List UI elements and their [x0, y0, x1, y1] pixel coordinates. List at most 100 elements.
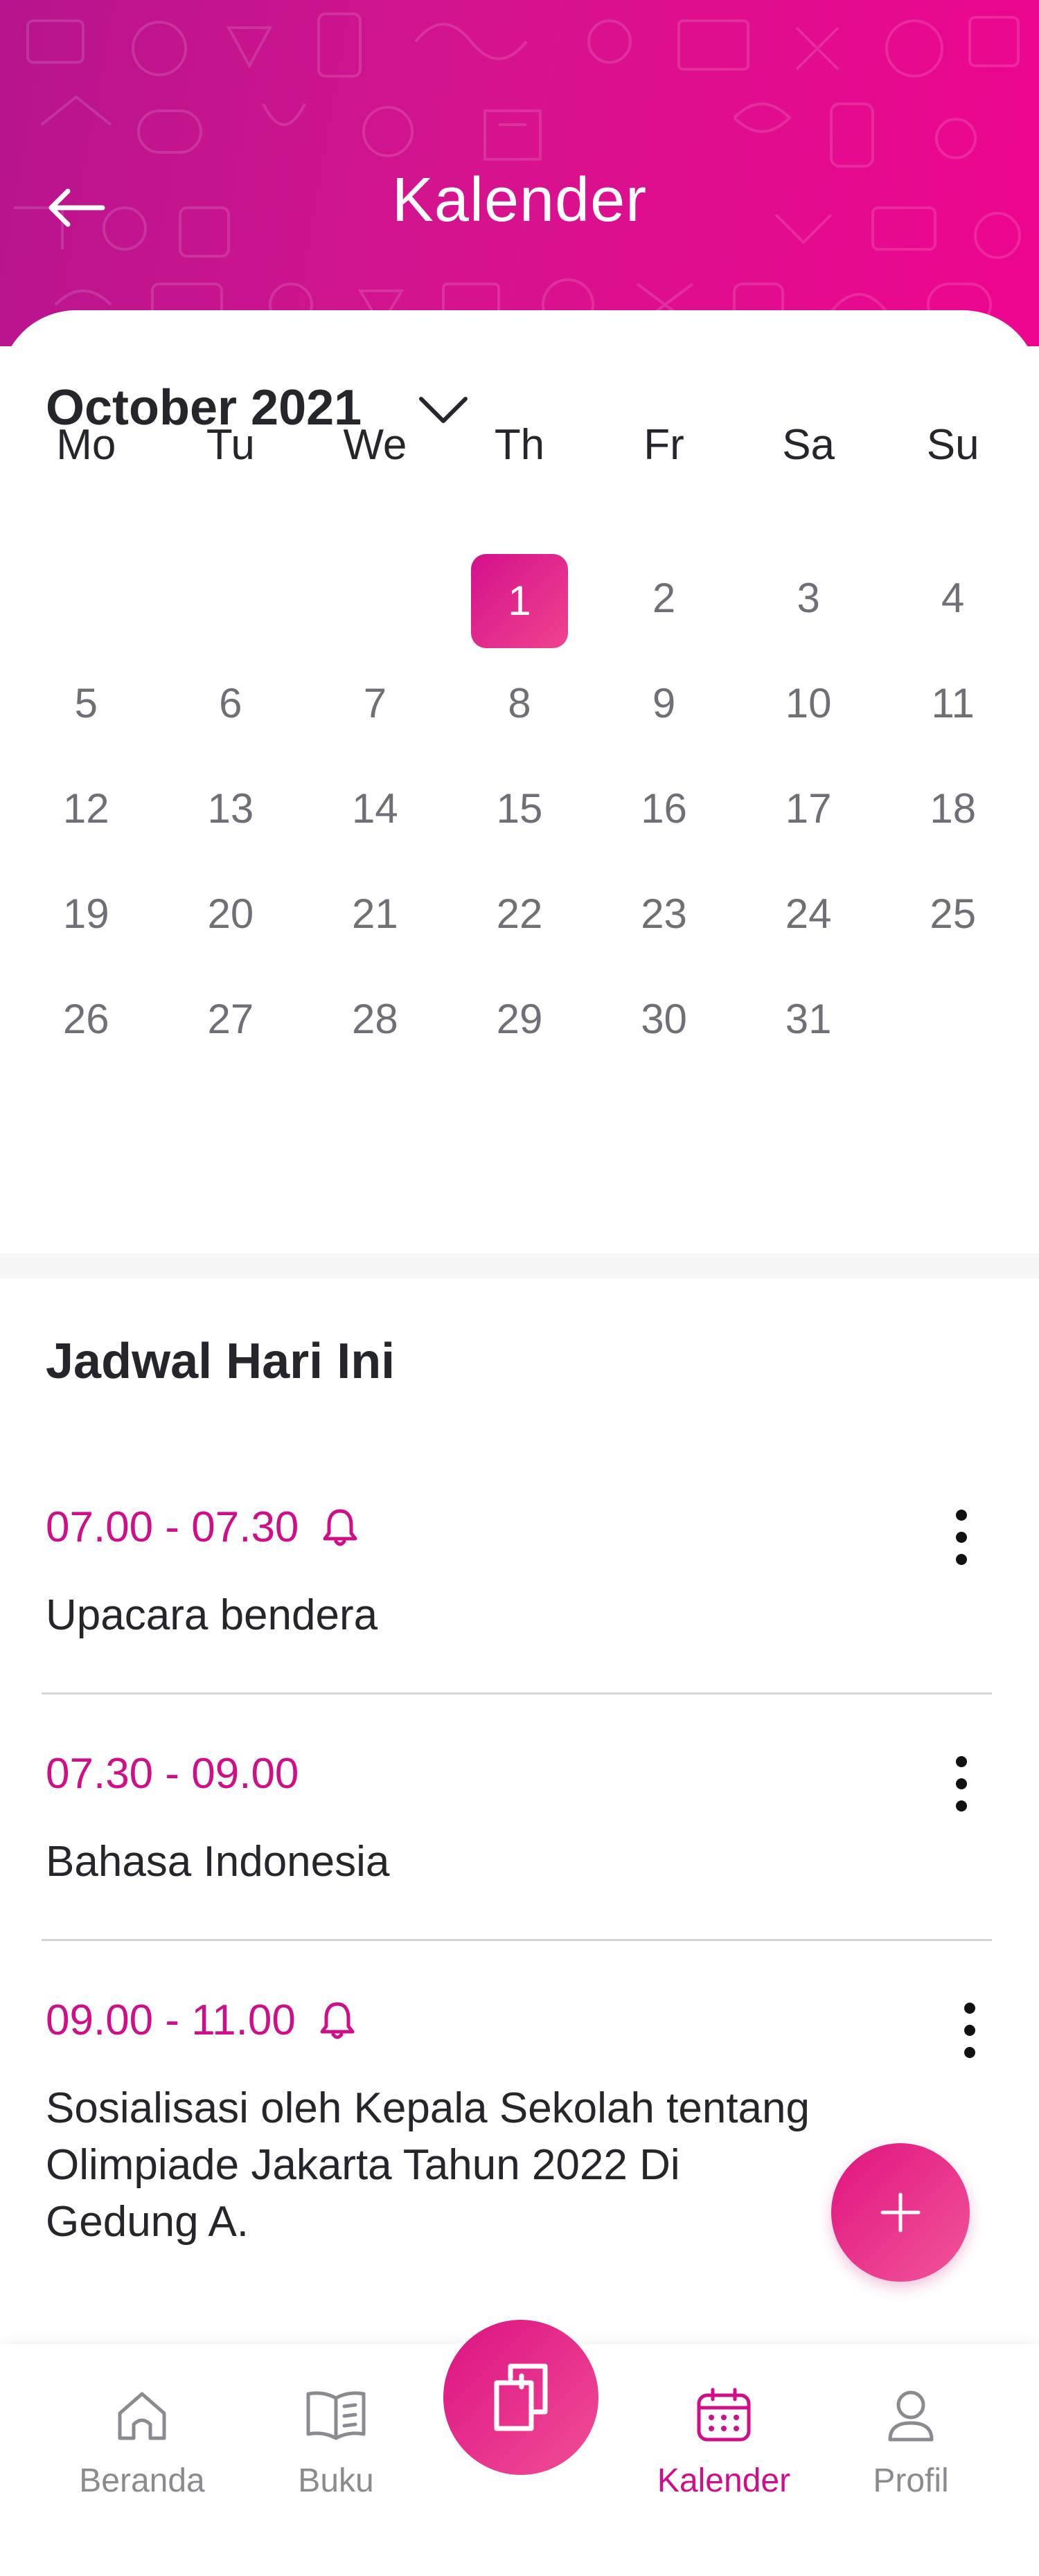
nav-item-profil[interactable]: Profil: [828, 2386, 994, 2500]
calendar-day[interactable]: 29: [447, 967, 592, 1072]
calendar-day[interactable]: 14: [303, 756, 447, 861]
calendar-day[interactable]: 8: [447, 651, 592, 756]
weekday-label: Tu: [206, 421, 255, 469]
calendar-day[interactable]: 24: [736, 861, 881, 967]
calendar-week-row: 19 20 21 22 23 24 25: [14, 861, 1025, 967]
calendar-empty-cell: [880, 967, 1025, 1072]
calendar-day-number: 20: [207, 891, 254, 937]
weekday-label: We: [343, 421, 407, 469]
weekday-label: Fr: [643, 421, 684, 469]
calendar-day-number: 21: [352, 891, 398, 937]
more-options-icon[interactable]: [941, 1496, 982, 1579]
schedule-item-title: Upacara bendera: [46, 1591, 378, 1639]
center-action-button[interactable]: [443, 2320, 598, 2475]
calendar-day[interactable]: 28: [303, 967, 447, 1072]
weekday-label: Th: [494, 421, 545, 469]
calendar-day[interactable]: 18: [880, 756, 1025, 861]
calendar-day[interactable]: 27: [159, 967, 303, 1072]
nav-label: Profil: [873, 2462, 949, 2499]
calendar-day[interactable]: 6: [159, 651, 303, 756]
calendar-day[interactable]: 3: [736, 546, 881, 651]
nav-item-buku[interactable]: Buku: [253, 2386, 419, 2500]
schedule-time: 09.00 - 11.00: [46, 1996, 355, 2045]
home-icon: [118, 2392, 166, 2440]
nav-label: Beranda: [79, 2462, 205, 2499]
calendar-day[interactable]: 16: [592, 756, 736, 861]
schedule-separator: [42, 1692, 992, 1694]
more-options-icon[interactable]: [949, 1989, 991, 2072]
calendar-day-number: 10: [785, 680, 832, 726]
calendar-day-number: 2: [652, 575, 676, 621]
calendar-day[interactable]: 21: [303, 861, 447, 967]
schedule-time-label: 09.00 - 11.00: [46, 1996, 296, 2044]
calendar-day[interactable]: 25: [880, 861, 1025, 967]
calendar-day[interactable]: 10: [736, 651, 881, 756]
calendar-week-row: 5 6 7 8 9 10 11: [14, 651, 1025, 756]
calendar-icon: [697, 2388, 751, 2442]
calendar-day[interactable]: 11: [880, 651, 1025, 756]
calendar-day-number: 3: [797, 575, 820, 621]
weekday-label: Mo: [56, 421, 116, 469]
section-divider: [0, 1253, 1039, 1278]
nav-item-beranda[interactable]: Beranda: [59, 2386, 225, 2500]
calendar-day-number: 14: [352, 785, 398, 832]
calendar-day-number: 17: [785, 785, 832, 832]
calendar-day-number: 15: [496, 785, 543, 832]
plus-icon: [880, 2192, 921, 2233]
bell-icon: [320, 2002, 355, 2039]
calendar-day-number: 22: [496, 891, 543, 937]
calendar-day[interactable]: 7: [303, 651, 447, 756]
calendar-day[interactable]: 26: [14, 967, 159, 1072]
add-schedule-button[interactable]: [831, 2143, 970, 2282]
calendar-day-number: 7: [363, 680, 387, 726]
calendar-week-row: 12 13 14 15 16 17 18: [14, 756, 1025, 861]
calendar-day[interactable]: 13: [159, 756, 303, 861]
calendar-day-number: 30: [641, 996, 687, 1042]
schedule-time-label: 07.00 - 07.30: [46, 1503, 299, 1551]
calendar-day-selected[interactable]: 1: [447, 546, 592, 651]
book-icon: [306, 2391, 366, 2440]
calendar-day[interactable]: 15: [447, 756, 592, 861]
pages-icon: [494, 2363, 548, 2431]
calendar-day-number: 11: [931, 680, 975, 726]
calendar-day[interactable]: 5: [14, 651, 159, 756]
schedule-separator: [42, 1939, 992, 1941]
calendar-day[interactable]: 4: [880, 546, 1025, 651]
bell-icon: [323, 1509, 357, 1546]
calendar-day[interactable]: 31: [736, 967, 881, 1072]
calendar-card: October 2021 Mo Tu We Th Fr Sa Su 123456…: [0, 310, 1039, 1253]
nav-label: Buku: [298, 2462, 374, 2499]
calendar-day-number: 28: [352, 996, 398, 1042]
more-options-icon[interactable]: [941, 1742, 982, 1825]
calendar-day-number: 4: [941, 575, 965, 621]
calendar-day-number: 8: [508, 680, 531, 726]
calendar-days: 1 2 3 4 5 6 7 8 9 10 11 12 13 14 15 16 17 18 19 20 21 22 23 24 2…: [14, 546, 1025, 1072]
user-icon: [888, 2390, 934, 2442]
calendar-day[interactable]: 19: [14, 861, 159, 967]
calendar-empty-cell: [303, 546, 447, 651]
calendar-day-number: 25: [930, 891, 977, 937]
schedule-time-label: 07.30 - 09.00: [46, 1750, 299, 1798]
schedule-time: 07.00 - 07.30: [46, 1503, 358, 1552]
calendar-day-number: 18: [930, 785, 977, 832]
calendar-day[interactable]: 9: [592, 651, 736, 756]
calendar-day-number: 6: [219, 680, 242, 726]
calendar-day[interactable]: 30: [592, 967, 736, 1072]
calendar-day[interactable]: 17: [736, 756, 881, 861]
schedule-item-title: Bahasa Indonesia: [46, 1838, 390, 1886]
calendar-day-number: 24: [785, 891, 832, 937]
schedule-time: 07.30 - 09.00: [46, 1749, 299, 1798]
calendar-day[interactable]: 2: [592, 546, 736, 651]
calendar-week-row: 1 2 3 4: [14, 546, 1025, 651]
calendar-day-number: 26: [62, 996, 109, 1042]
calendar-day[interactable]: 20: [159, 861, 303, 967]
calendar-day[interactable]: 22: [447, 861, 592, 967]
calendar-day[interactable]: 23: [592, 861, 736, 967]
nav-item-kalender[interactable]: Kalender: [641, 2386, 807, 2500]
calendar-day[interactable]: 12: [14, 756, 159, 861]
calendar-day-number: 9: [652, 680, 676, 726]
app-header: Kalender: [0, 0, 1039, 346]
calendar-day-number: 16: [641, 785, 687, 832]
weekday-header: Mo Tu We Th Fr Sa Su: [14, 400, 1025, 490]
weekday-label: Su: [926, 421, 979, 469]
